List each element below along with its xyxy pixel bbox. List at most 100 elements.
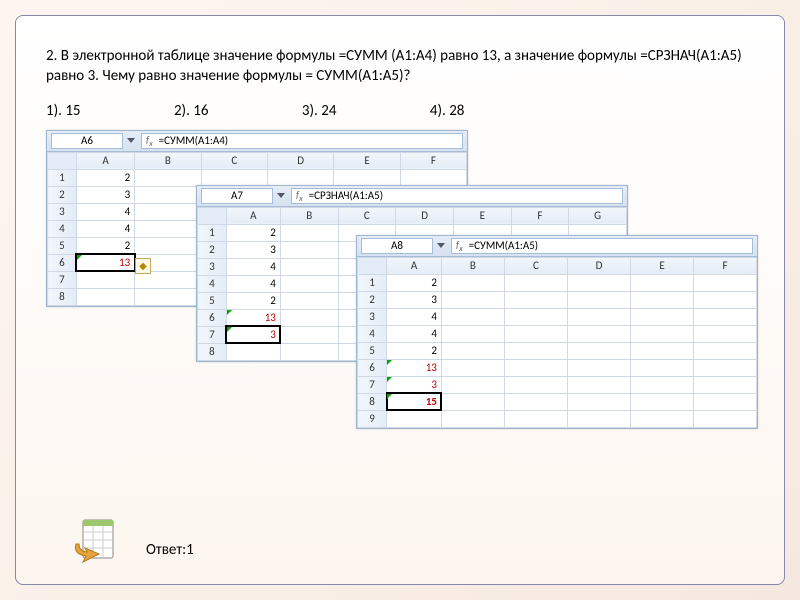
- row-header[interactable]: 8: [48, 288, 77, 305]
- row-header[interactable]: 7: [358, 376, 387, 393]
- cell[interactable]: [76, 288, 134, 305]
- cell[interactable]: 3: [387, 376, 442, 393]
- col-header[interactable]: F: [511, 207, 569, 224]
- col-header[interactable]: D: [567, 257, 630, 274]
- row-header[interactable]: 5: [358, 342, 387, 359]
- cell[interactable]: 4: [387, 325, 442, 342]
- col-header[interactable]: D: [267, 152, 333, 169]
- option-2: 2). 16: [174, 102, 209, 120]
- spreadsheets-area: A6 fx =СУММ(A1:A4) A B C D E F 12: [46, 130, 754, 430]
- spreadsheet-3: A8 fx =СУММ(A1:A5) A B C D E F 12: [356, 235, 758, 429]
- name-box[interactable]: A6: [51, 133, 123, 149]
- row-header[interactable]: 4: [48, 220, 77, 237]
- formula-input[interactable]: fx =СРЗНАЧ(A1:A5): [291, 188, 623, 204]
- question-text: 2. В электронной таблице значение формул…: [46, 46, 754, 87]
- cell[interactable]: 4: [226, 275, 280, 292]
- col-header[interactable]: F: [694, 257, 757, 274]
- dropdown-icon[interactable]: [277, 193, 285, 198]
- fx-icon: fx: [456, 238, 463, 254]
- cell-selected[interactable]: 3: [226, 326, 280, 343]
- row-header[interactable]: 6: [48, 254, 77, 271]
- row-header[interactable]: 4: [358, 325, 387, 342]
- cell[interactable]: 4: [76, 220, 134, 237]
- grid[interactable]: A B C D E F 12 23 34 44 52 613 73 815 9: [357, 257, 757, 428]
- name-box[interactable]: A8: [361, 238, 433, 254]
- formula-bar: A8 fx =СУММ(A1:A5): [357, 236, 757, 257]
- answer-text: Ответ:1: [146, 541, 194, 559]
- fx-icon: fx: [296, 188, 303, 204]
- option-1: 1). 15: [46, 102, 81, 120]
- formula-text: =СРЗНАЧ(A1:A5): [309, 189, 383, 202]
- cell[interactable]: 13: [387, 359, 442, 376]
- cell-selected[interactable]: 13: [76, 254, 134, 271]
- select-all-corner[interactable]: [358, 257, 387, 274]
- cell[interactable]: [76, 271, 134, 288]
- col-header[interactable]: A: [387, 257, 442, 274]
- dropdown-icon[interactable]: [127, 138, 135, 143]
- row-header[interactable]: 5: [48, 237, 77, 254]
- cell-selected[interactable]: 15: [387, 393, 442, 410]
- cell[interactable]: 3: [226, 241, 280, 258]
- col-header[interactable]: E: [631, 257, 694, 274]
- row-header[interactable]: 3: [358, 308, 387, 325]
- dropdown-icon[interactable]: [437, 243, 445, 248]
- row-header[interactable]: 8: [358, 393, 387, 410]
- col-header[interactable]: C: [201, 152, 267, 169]
- cell[interactable]: 4: [76, 203, 134, 220]
- slide-frame: 2. В электронной таблице значение формул…: [15, 15, 785, 585]
- col-header[interactable]: E: [334, 152, 400, 169]
- col-header[interactable]: C: [504, 257, 567, 274]
- option-3: 3). 24: [302, 102, 337, 120]
- cell[interactable]: 3: [76, 186, 134, 203]
- cell[interactable]: 2: [226, 292, 280, 309]
- fx-icon: fx: [146, 133, 153, 149]
- excel-icon: [71, 514, 121, 564]
- cell[interactable]: [226, 343, 280, 360]
- row-header[interactable]: 2: [198, 241, 227, 258]
- row-header[interactable]: 1: [358, 274, 387, 291]
- name-box[interactable]: A7: [201, 188, 273, 204]
- formula-bar: A6 fx =СУММ(A1:A4): [47, 131, 467, 152]
- col-header[interactable]: A: [76, 152, 134, 169]
- row-header[interactable]: 7: [198, 326, 227, 343]
- col-header[interactable]: A: [226, 207, 280, 224]
- row-header[interactable]: 2: [48, 186, 77, 203]
- cell[interactable]: 2: [226, 224, 280, 241]
- cell[interactable]: 2: [76, 169, 134, 186]
- cell[interactable]: 3: [387, 291, 442, 308]
- cell[interactable]: 13: [226, 309, 280, 326]
- col-header[interactable]: B: [441, 257, 504, 274]
- cell[interactable]: 2: [387, 274, 442, 291]
- row-header[interactable]: 1: [48, 169, 77, 186]
- row-header[interactable]: 5: [198, 292, 227, 309]
- warning-icon[interactable]: ◆: [135, 258, 151, 274]
- row-header[interactable]: 1: [198, 224, 227, 241]
- col-header[interactable]: F: [400, 152, 466, 169]
- row-header[interactable]: 4: [198, 275, 227, 292]
- row-header[interactable]: 9: [358, 410, 387, 427]
- row-header[interactable]: 6: [198, 309, 227, 326]
- col-header[interactable]: B: [135, 152, 201, 169]
- select-all-corner[interactable]: [48, 152, 77, 169]
- cell[interactable]: 4: [226, 258, 280, 275]
- option-4: 4). 28: [430, 102, 465, 120]
- col-header[interactable]: G: [569, 207, 627, 224]
- formula-input[interactable]: fx =СУММ(A1:A5): [451, 238, 753, 254]
- formula-input[interactable]: fx =СУММ(A1:A4): [141, 133, 463, 149]
- col-header[interactable]: B: [280, 207, 338, 224]
- cell[interactable]: 4: [387, 308, 442, 325]
- col-header[interactable]: E: [453, 207, 511, 224]
- row-header[interactable]: 2: [358, 291, 387, 308]
- formula-bar: A7 fx =СРЗНАЧ(A1:A5): [197, 186, 627, 207]
- row-header[interactable]: 3: [198, 258, 227, 275]
- col-header[interactable]: D: [396, 207, 454, 224]
- formula-text: =СУММ(A1:A5): [469, 239, 538, 252]
- row-header[interactable]: 8: [198, 343, 227, 360]
- row-header[interactable]: 7: [48, 271, 77, 288]
- col-header[interactable]: C: [338, 207, 396, 224]
- cell[interactable]: 2: [387, 342, 442, 359]
- row-header[interactable]: 6: [358, 359, 387, 376]
- cell[interactable]: 2: [76, 237, 134, 254]
- select-all-corner[interactable]: [198, 207, 227, 224]
- row-header[interactable]: 3: [48, 203, 77, 220]
